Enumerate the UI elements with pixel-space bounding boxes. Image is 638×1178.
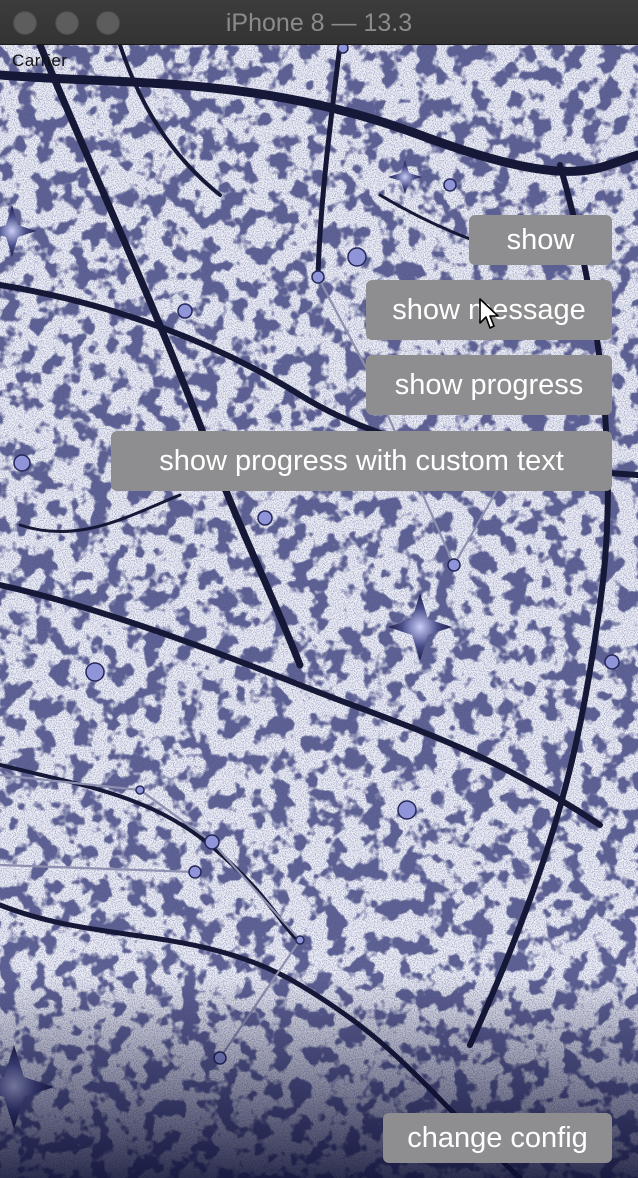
device-screen: Carrier show show message show progress …: [0, 45, 638, 1178]
show-button[interactable]: show: [469, 215, 612, 265]
show-progress-with-custom-text-button[interactable]: show progress with custom text: [111, 431, 612, 491]
window-titlebar: iPhone 8 — 13.3: [0, 0, 638, 45]
pointer-arrow-icon: [479, 298, 499, 329]
simulator-window: iPhone 8 — 13.3 Carrier show show messag…: [0, 0, 638, 1178]
status-bar-carrier: Carrier: [12, 51, 68, 70]
change-config-button[interactable]: change config: [383, 1113, 612, 1163]
show-progress-button[interactable]: show progress: [366, 355, 612, 415]
window-title: iPhone 8 — 13.3: [225, 9, 413, 37]
